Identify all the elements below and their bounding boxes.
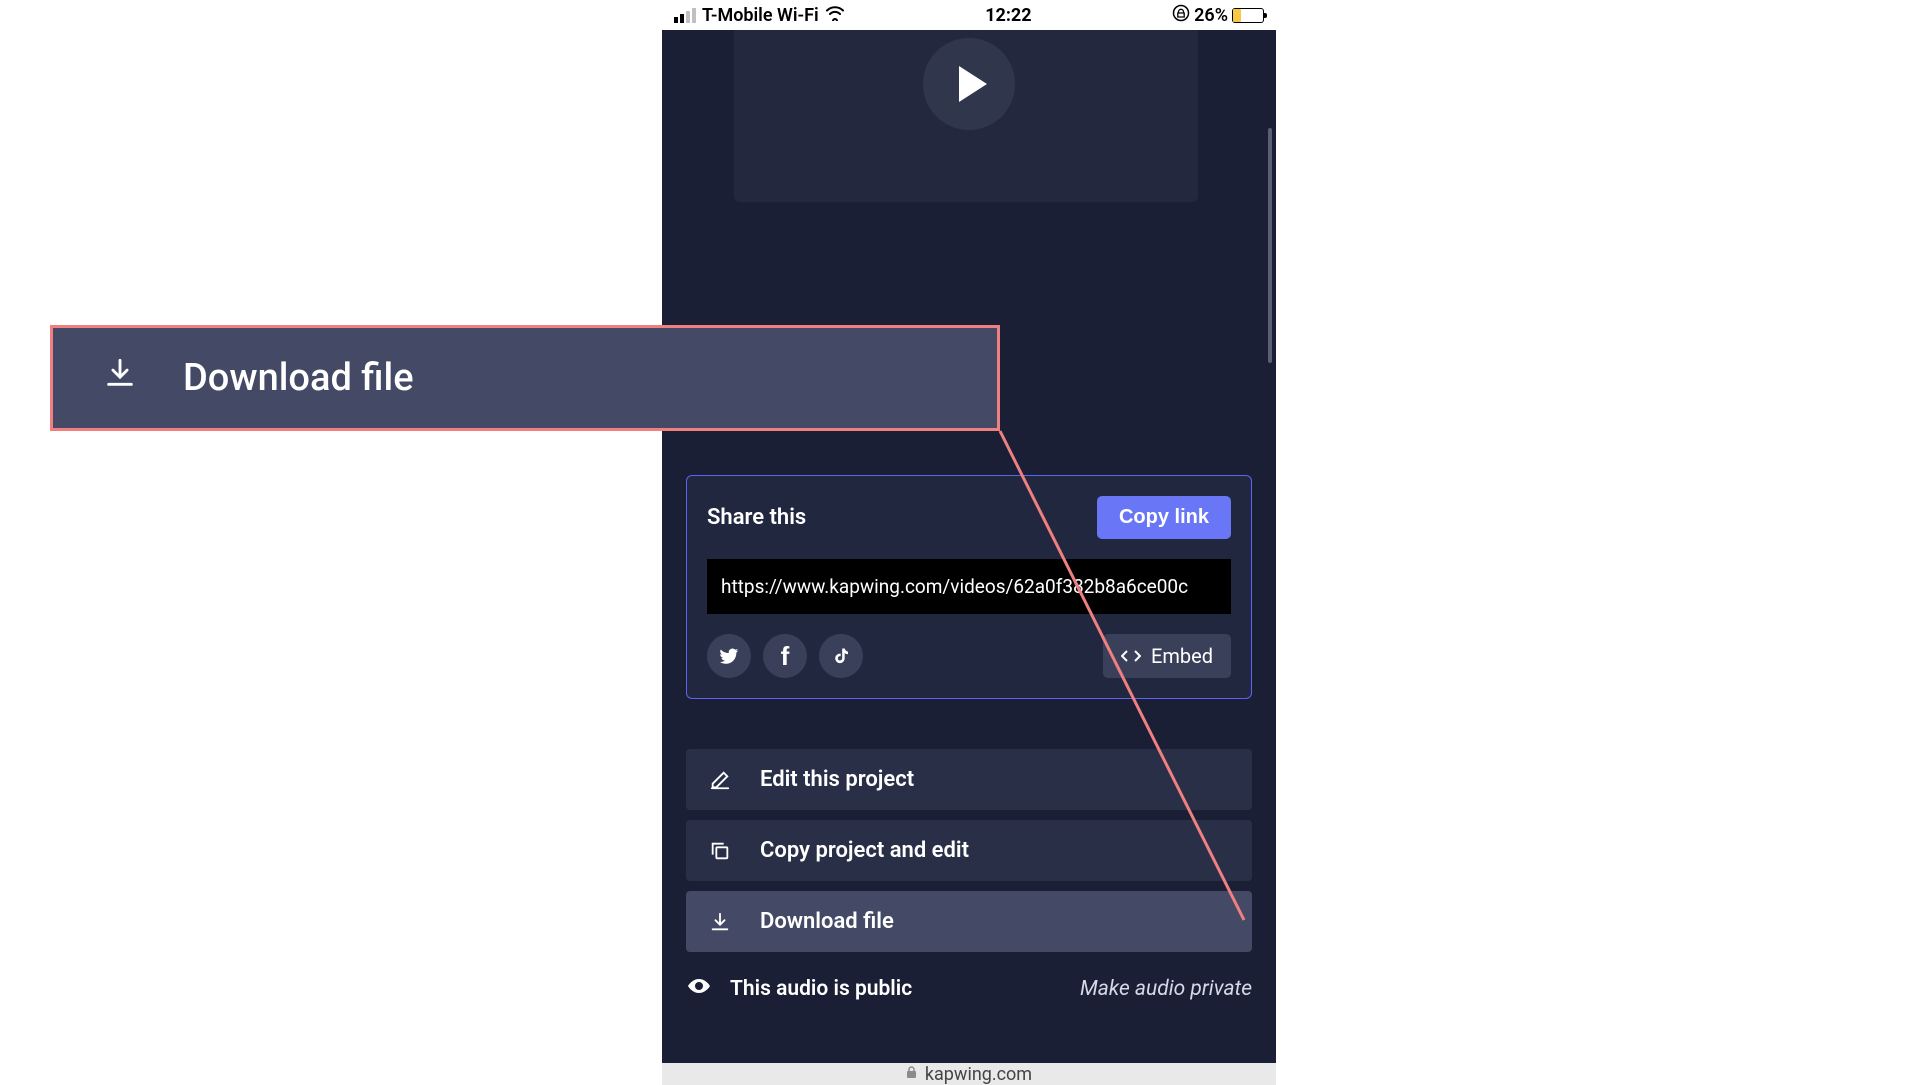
share-url-field[interactable]: https://www.kapwing.com/videos/62a0f382b…	[707, 559, 1231, 614]
battery-icon	[1232, 8, 1264, 23]
embed-button[interactable]: Embed	[1103, 634, 1231, 678]
phone-frame: T-Mobile Wi-Fi 12:22 26% Share this	[662, 0, 1276, 1080]
play-button[interactable]	[923, 38, 1015, 130]
download-callout: Download file	[50, 325, 1000, 431]
code-icon	[1121, 644, 1141, 668]
battery-pct: 26%	[1194, 5, 1228, 26]
scroll-indicator[interactable]	[1268, 128, 1272, 363]
edit-icon	[708, 769, 732, 791]
carrier-label: T-Mobile Wi-Fi	[702, 5, 819, 26]
social-icons-row: f	[707, 634, 863, 678]
embed-label: Embed	[1151, 644, 1213, 668]
tiktok-icon[interactable]	[819, 634, 863, 678]
copy-icon	[708, 840, 732, 862]
status-bar: T-Mobile Wi-Fi 12:22 26%	[662, 0, 1276, 30]
wifi-icon	[825, 5, 845, 26]
download-file-label: Download file	[760, 909, 894, 934]
download-icon	[103, 356, 137, 400]
twitter-icon[interactable]	[707, 634, 751, 678]
download-icon	[708, 911, 732, 933]
download-callout-label: Download file	[183, 356, 414, 400]
orientation-lock-icon	[1172, 4, 1190, 26]
actions-list: Edit this project Copy project and edit …	[686, 749, 1252, 952]
browser-url-bar[interactable]: kapwing.com	[662, 1063, 1276, 1085]
eye-icon	[686, 976, 712, 1002]
copy-project-label: Copy project and edit	[760, 838, 969, 863]
status-left: T-Mobile Wi-Fi	[674, 5, 845, 26]
facebook-icon[interactable]: f	[763, 634, 807, 678]
download-file-button[interactable]: Download file	[686, 891, 1252, 952]
clock: 12:22	[985, 5, 1031, 26]
share-title: Share this	[707, 505, 806, 530]
edit-project-button[interactable]: Edit this project	[686, 749, 1252, 810]
privacy-toggle[interactable]: Make audio private	[1080, 977, 1252, 1001]
privacy-status: This audio is public	[730, 977, 912, 1001]
browser-domain: kapwing.com	[925, 1064, 1032, 1085]
play-icon	[959, 66, 987, 102]
copy-project-button[interactable]: Copy project and edit	[686, 820, 1252, 881]
status-right: 26%	[1172, 4, 1264, 26]
privacy-row: This audio is public Make audio private	[662, 962, 1276, 1016]
copy-link-button[interactable]: Copy link	[1097, 496, 1231, 539]
app-content: Share this Copy link https://www.kapwing…	[662, 30, 1276, 1063]
signal-bars-icon	[674, 8, 696, 23]
share-card: Share this Copy link https://www.kapwing…	[686, 475, 1252, 699]
edit-project-label: Edit this project	[760, 767, 914, 792]
